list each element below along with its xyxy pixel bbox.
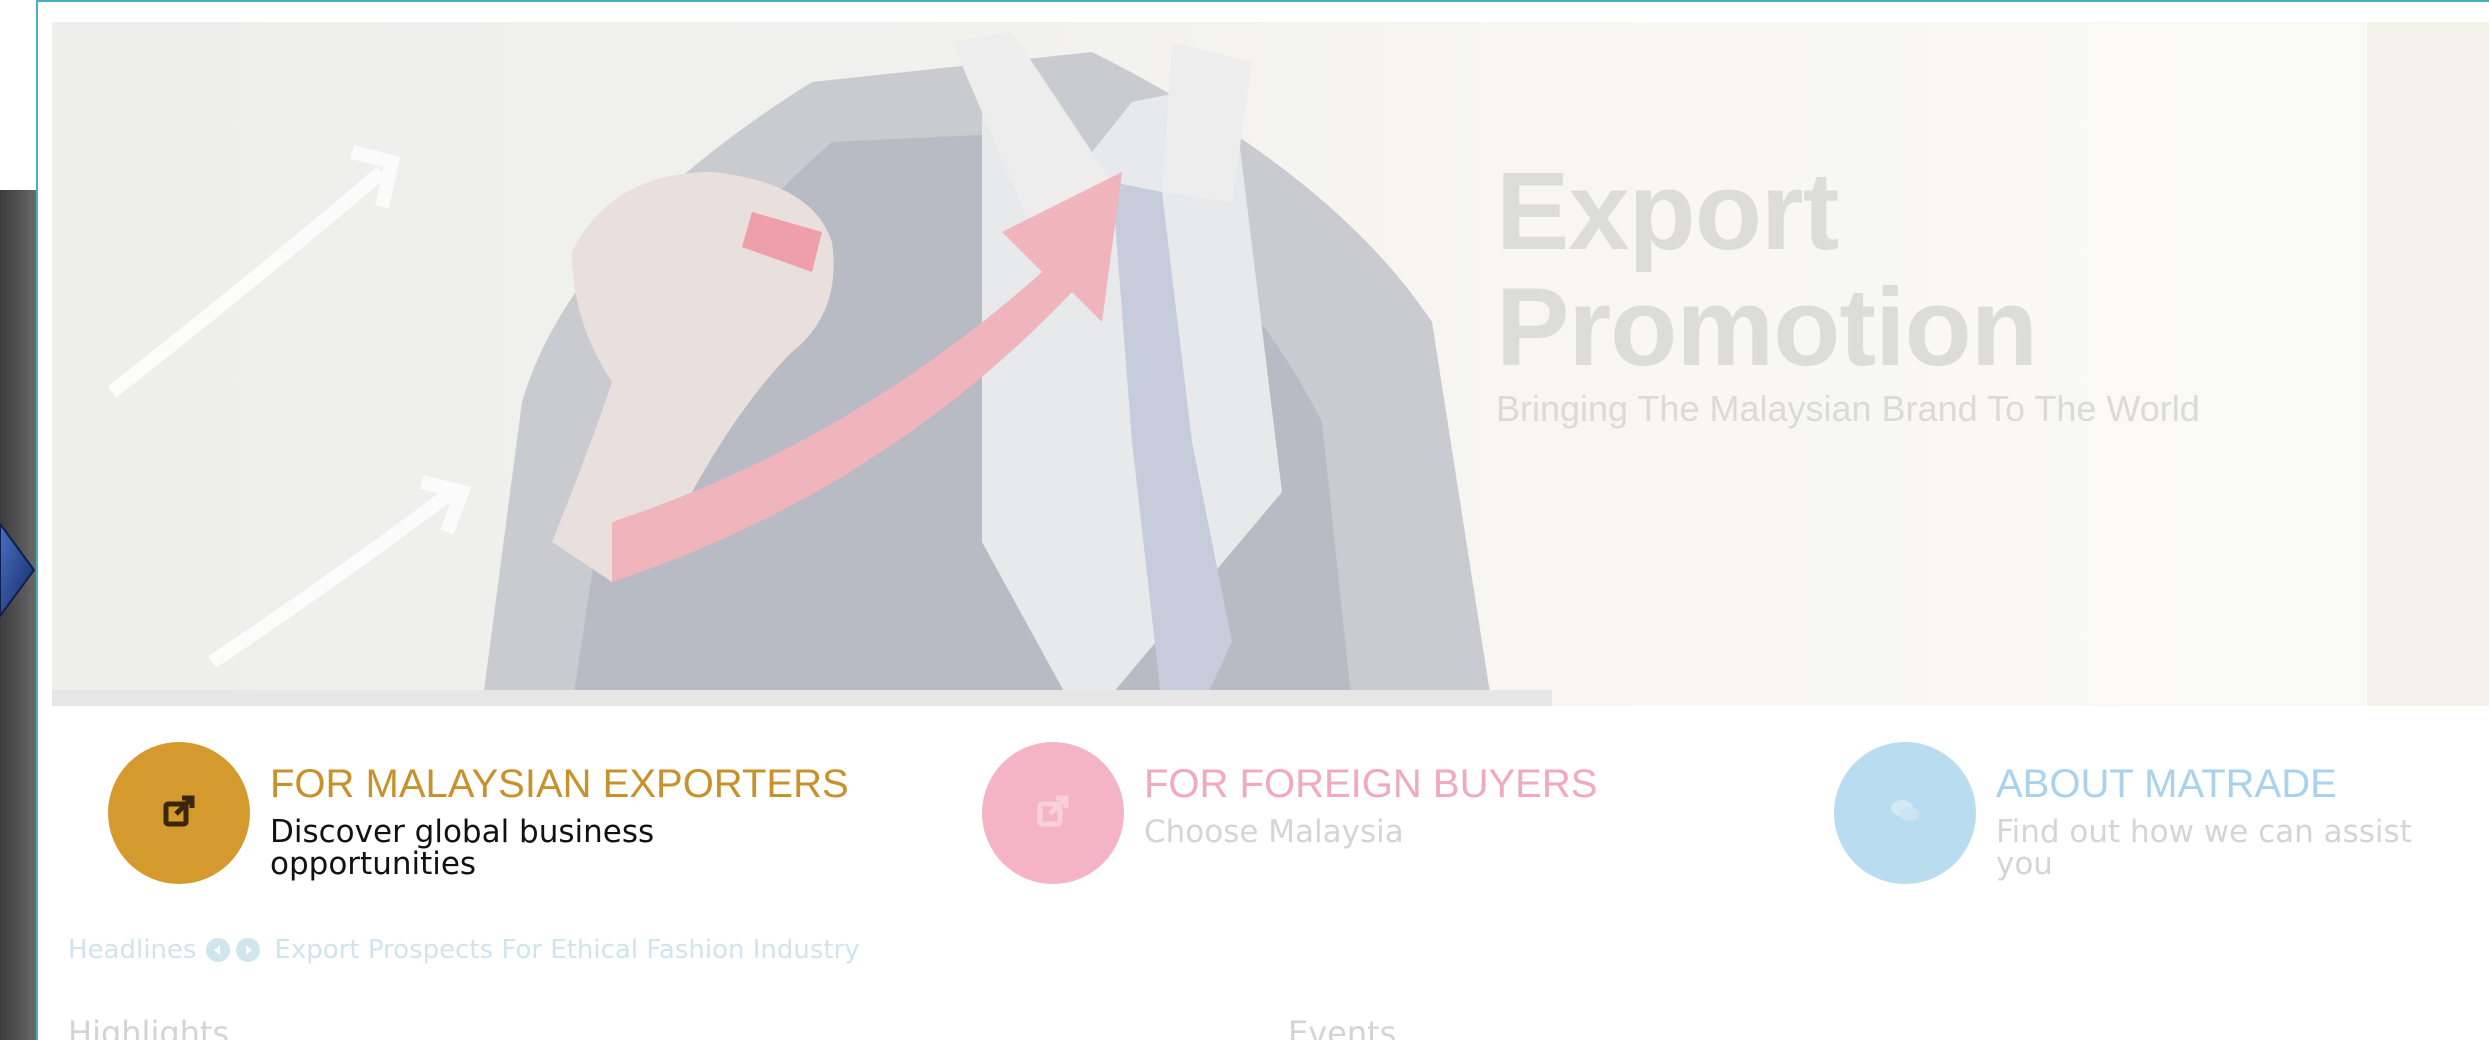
highlights-heading: Highlights xyxy=(68,1014,230,1040)
card-title: ABOUT MATRADE xyxy=(1996,762,2337,806)
external-link-icon xyxy=(162,794,196,833)
previous-slide-arrow-icon[interactable] xyxy=(0,518,36,622)
hero-title-line1: Export xyxy=(1496,150,1839,273)
hero-subtitle: Bringing The Malaysian Brand To The Worl… xyxy=(1496,388,2200,429)
hero-title-line2: Promotion xyxy=(1496,266,2038,389)
card-circle xyxy=(982,742,1124,884)
card-about-matrade[interactable]: ABOUT MATRADE Find out how we can assist… xyxy=(1834,742,2474,892)
card-title: FOR MALAYSIAN EXPORTERS xyxy=(270,762,849,806)
hero-right-edge xyxy=(2367,22,2489,706)
businessman-drawing-arrow-image xyxy=(52,32,1552,706)
headlines-ticker: Headlines Export Prospects For Ethical F… xyxy=(68,930,860,970)
card-circle xyxy=(108,742,250,884)
card-circle xyxy=(1834,742,1976,884)
headlines-label: Headlines xyxy=(68,935,197,965)
card-title: FOR FOREIGN BUYERS xyxy=(1144,762,1598,806)
quick-links: FOR MALAYSIAN EXPORTERS Discover global … xyxy=(38,706,2489,906)
hero-banner: Export Promotion Bringing The Malaysian … xyxy=(52,22,2489,706)
events-heading: Events xyxy=(1288,1014,1397,1040)
external-link-icon xyxy=(1036,794,1070,833)
card-description: Discover global business opportunities xyxy=(270,814,655,882)
chat-icon xyxy=(1888,794,1922,833)
hero-text-block: Export Promotion Bringing The Malaysian … xyxy=(1496,154,2200,430)
card-foreign-buyers[interactable]: FOR FOREIGN BUYERS Choose Malaysia xyxy=(982,742,1682,892)
headline-prev-icon[interactable] xyxy=(206,938,231,962)
card-description: Find out how we can assist you xyxy=(1996,814,2412,882)
left-blank-area xyxy=(0,0,36,190)
headline-next-icon[interactable] xyxy=(236,938,261,962)
card-description: Choose Malaysia xyxy=(1144,814,1404,850)
main-frame: Export Promotion Bringing The Malaysian … xyxy=(36,0,2489,1040)
headline-link[interactable]: Export Prospects For Ethical Fashion Ind… xyxy=(274,935,859,965)
card-malaysian-exporters[interactable]: FOR MALAYSIAN EXPORTERS Discover global … xyxy=(108,742,849,892)
